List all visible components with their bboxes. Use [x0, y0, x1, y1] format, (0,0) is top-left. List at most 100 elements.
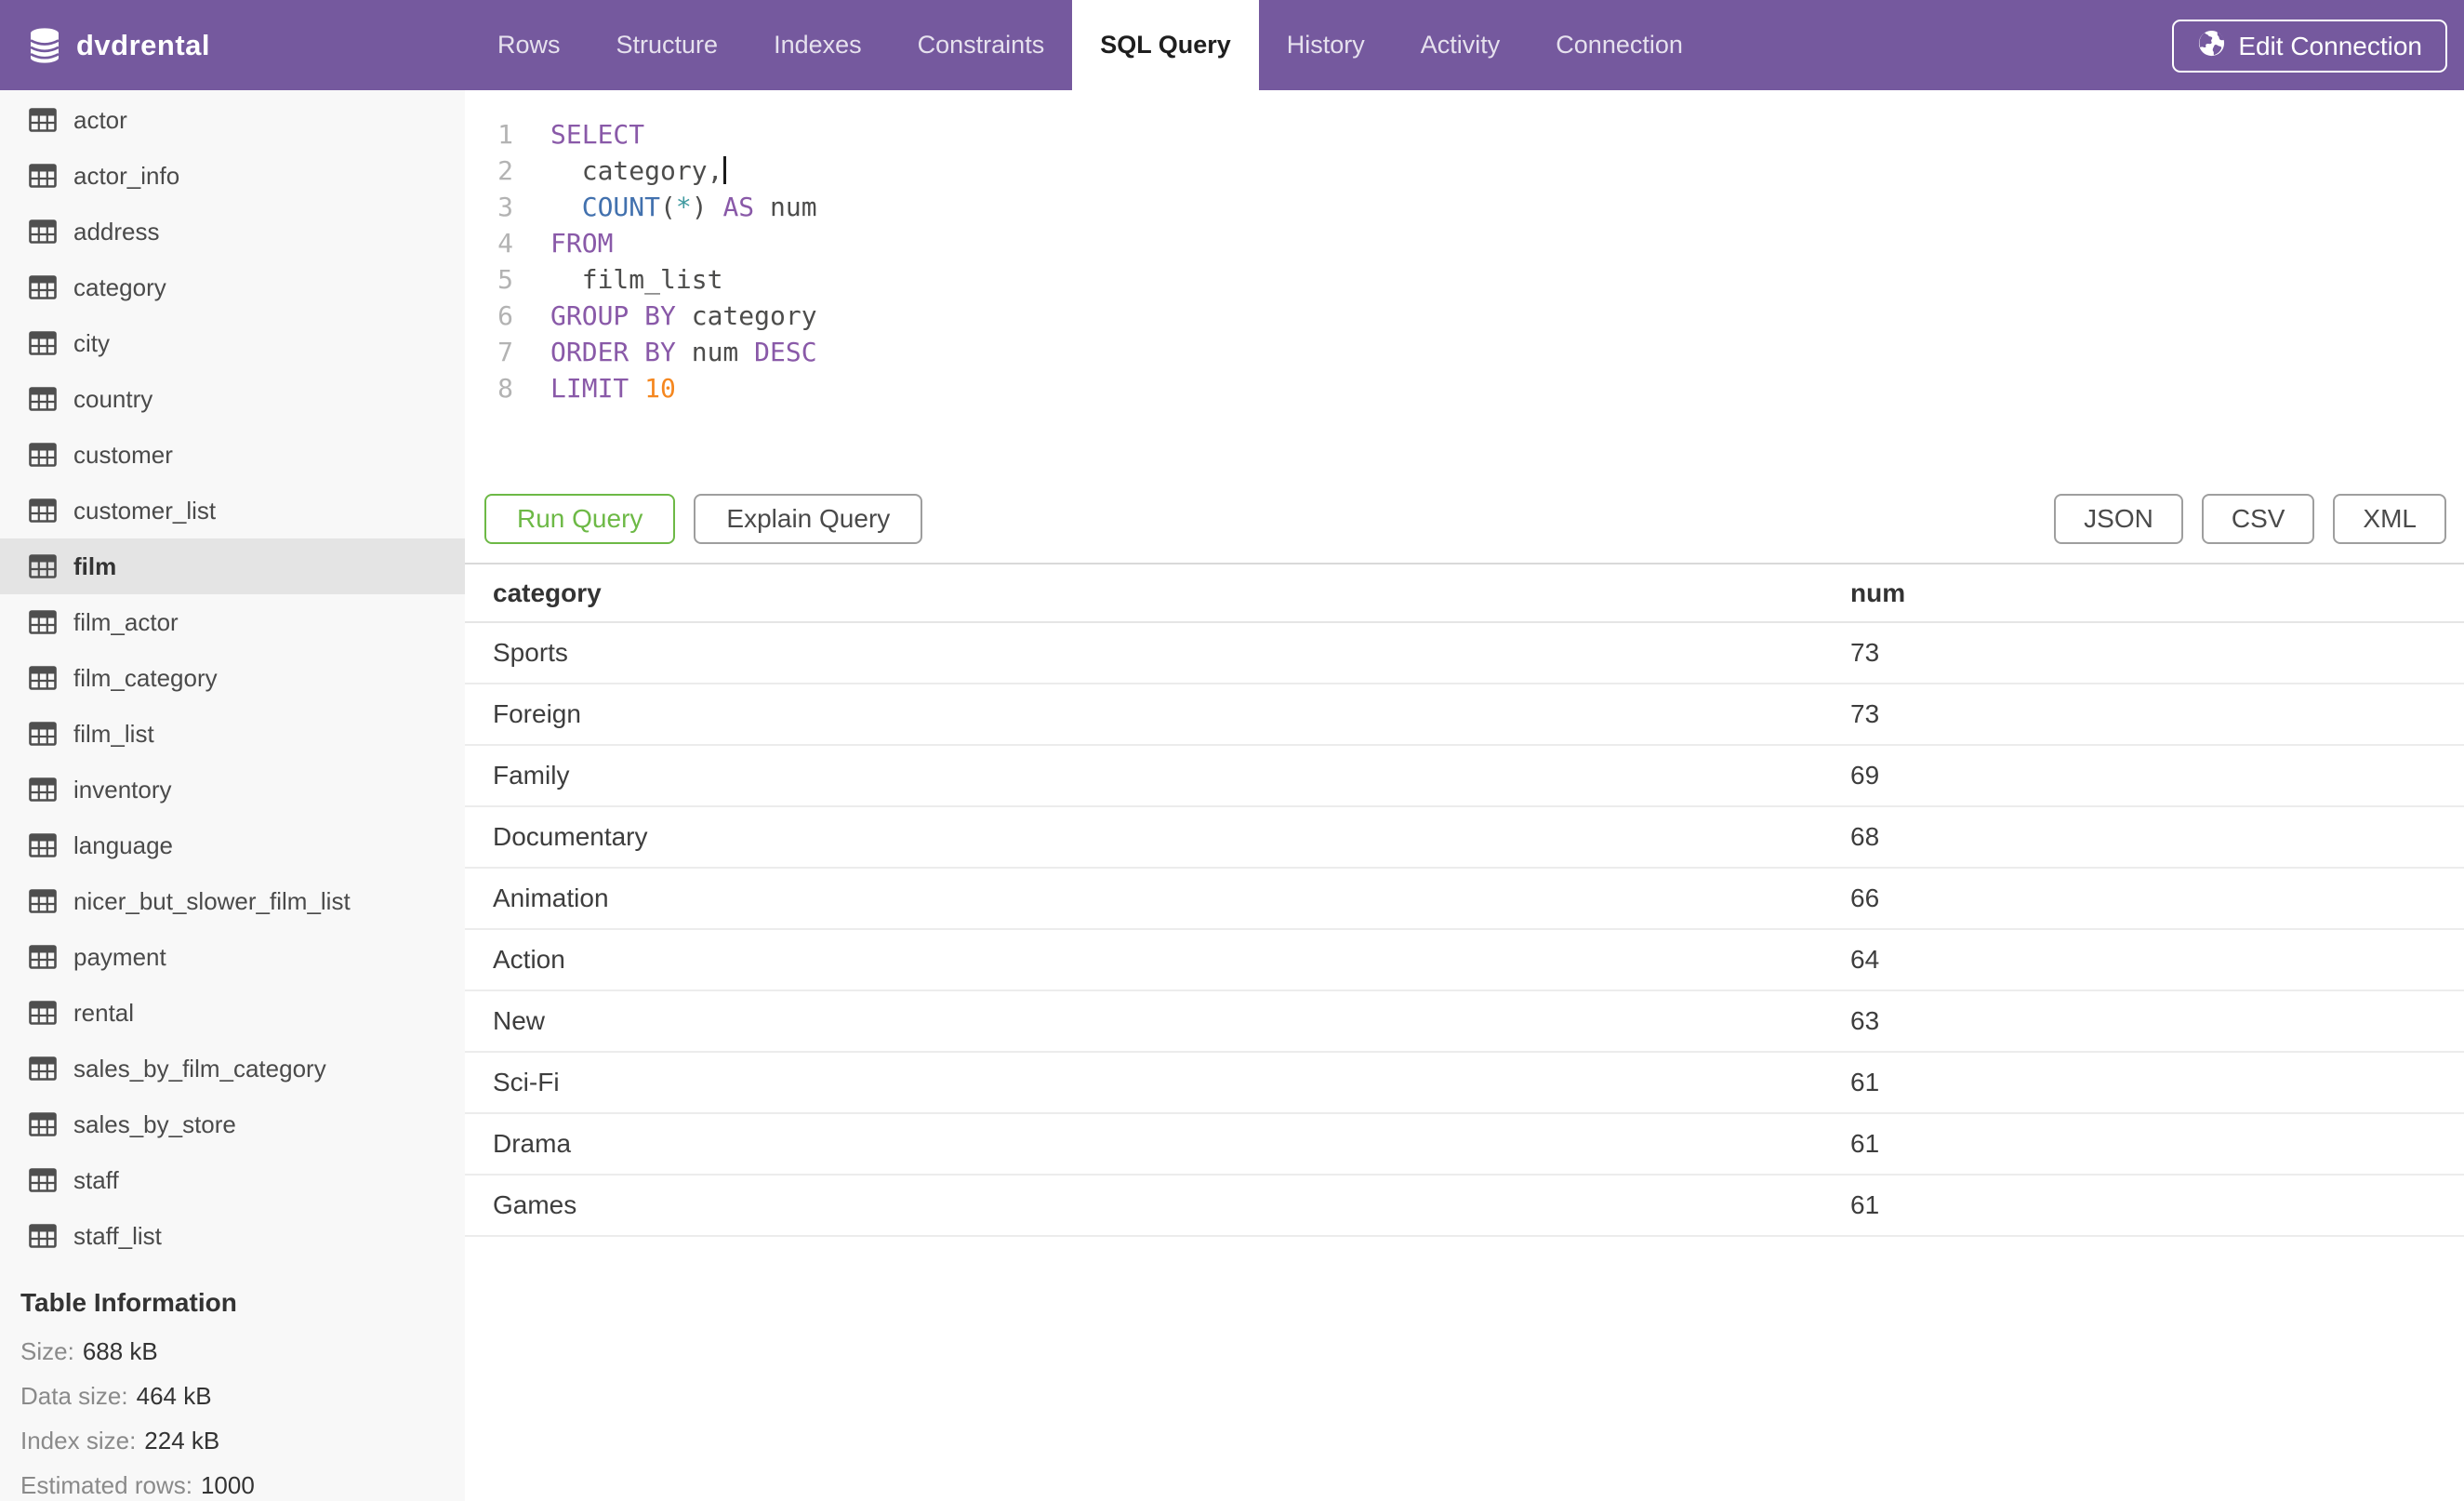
sidebar-item-staff-list[interactable]: staff_list [0, 1208, 465, 1264]
sidebar-item-country[interactable]: country [0, 371, 465, 427]
table-name: inventory [73, 775, 172, 804]
cell-num: 63 [1822, 990, 2464, 1053]
code-line: ORDER BY num DESC [550, 337, 817, 367]
result-row: Drama 61 [465, 1113, 2464, 1176]
table-name: sales_by_film_category [73, 1054, 326, 1083]
export-json-button[interactable]: JSON [2054, 494, 2183, 544]
sidebar-item-address[interactable]: address [0, 204, 465, 259]
query-results: category num Sports 73 Foreign 73 Family… [465, 563, 2464, 1237]
result-row: Documentary 68 [465, 806, 2464, 869]
editor-code: SELECT category, COUNT(*) AS num FROM fil… [513, 116, 817, 406]
sidebar-item-film-category[interactable]: film_category [0, 650, 465, 706]
database-name: dvdrental [76, 28, 211, 61]
result-row: Sci-Fi 61 [465, 1052, 2464, 1114]
cell-num: 68 [1822, 806, 2464, 869]
sidebar-item-sales-by-store[interactable]: sales_by_store [0, 1096, 465, 1152]
sidebar-item-customer-list[interactable]: customer_list [0, 483, 465, 538]
table-name: city [73, 328, 110, 357]
sidebar-item-city[interactable]: city [0, 315, 465, 371]
sidebar-item-sales-by-film-category[interactable]: sales_by_film_category [0, 1041, 465, 1096]
run-query-button[interactable]: Run Query [484, 494, 676, 544]
code-line: SELECT [550, 119, 645, 150]
sidebar-item-actor[interactable]: actor [0, 92, 465, 148]
table-name: payment [73, 942, 166, 971]
table-name: staff_list [73, 1221, 162, 1250]
table-information-title: Table Information [20, 1288, 237, 1317]
results-table: category num Sports 73 Foreign 73 Family… [465, 565, 2464, 1237]
info-label: Index size: [20, 1426, 137, 1455]
table-name: staff [73, 1165, 119, 1194]
result-row: Action 64 [465, 929, 2464, 991]
export-xml-button[interactable]: XML [2333, 494, 2446, 544]
explain-query-button[interactable]: Explain Query [694, 494, 923, 544]
cell-category: Sports [465, 622, 1822, 684]
table-icon [29, 498, 57, 523]
table-icon [29, 1168, 57, 1192]
table-icon [29, 722, 57, 746]
tab-structure[interactable]: Structure [589, 0, 747, 90]
code-line: category, [550, 153, 817, 189]
sidebar-item-payment[interactable]: payment [0, 929, 465, 985]
sidebar-item-film[interactable]: film [0, 538, 465, 594]
table-name: customer [73, 440, 173, 469]
column-header-num: num [1822, 565, 2464, 623]
table-name: country [73, 384, 153, 413]
tab-connection[interactable]: Connection [1528, 0, 1711, 90]
edit-connection-label: Edit Connection [2238, 31, 2422, 60]
table-info-row: Data size: 464 kB [20, 1374, 465, 1418]
sidebar-item-film-list[interactable]: film_list [0, 706, 465, 762]
query-action-bar: Run Query Explain Query JSON CSV XML [484, 494, 2446, 544]
sidebar-item-inventory[interactable]: inventory [0, 762, 465, 817]
main-content: 1 2 3 4 5 6 7 8 SELECT category, COUNT(*) AS nu… [465, 90, 2464, 1501]
sidebar-item-language[interactable]: language [0, 817, 465, 873]
table-icon [29, 219, 57, 244]
info-label: Size: [20, 1336, 74, 1365]
table-icon [29, 1056, 57, 1081]
text-cursor [723, 156, 727, 184]
code-line: film_list [550, 264, 723, 295]
tab-indexes[interactable]: Indexes [746, 0, 890, 90]
tab-sql-query[interactable]: SQL Query [1072, 0, 1259, 90]
cell-category: Sci-Fi [465, 1052, 1822, 1114]
line-number: 3 [497, 192, 513, 222]
editor-line-numbers: 1 2 3 4 5 6 7 8 [465, 116, 513, 406]
tab-constraints[interactable]: Constraints [890, 0, 1073, 90]
tab-rows[interactable]: Rows [470, 0, 589, 90]
cell-num: 73 [1822, 684, 2464, 746]
sidebar-item-staff[interactable]: staff [0, 1152, 465, 1208]
edit-connection-button[interactable]: Edit Connection [2172, 20, 2447, 73]
column-header-category: category [465, 565, 1822, 623]
table-name: rental [73, 998, 135, 1027]
sidebar-item-category[interactable]: category [0, 259, 465, 315]
info-value: 464 kB [136, 1381, 212, 1410]
export-csv-button[interactable]: CSV [2201, 494, 2315, 544]
sidebar-item-nicer-but-slower-film-list[interactable]: nicer_but_slower_film_list [0, 873, 465, 929]
sidebar-item-customer[interactable]: customer [0, 427, 465, 483]
sidebar-item-actor-info[interactable]: actor_info [0, 148, 465, 204]
tab-history[interactable]: History [1259, 0, 1393, 90]
result-row: Family 69 [465, 745, 2464, 807]
cell-num: 61 [1822, 1052, 2464, 1114]
line-number: 8 [497, 373, 513, 404]
cell-num: 61 [1822, 1175, 2464, 1237]
cell-category: Drama [465, 1113, 1822, 1176]
table-name: category [73, 272, 166, 301]
tab-activity[interactable]: Activity [1393, 0, 1529, 90]
result-row: New 63 [465, 990, 2464, 1053]
info-label: Data size: [20, 1381, 128, 1410]
main-nav: Rows Structure Indexes Constraints SQL Query… [470, 0, 1711, 90]
table-icon [29, 610, 57, 634]
table-icon [29, 443, 57, 467]
sql-editor[interactable]: 1 2 3 4 5 6 7 8 SELECT category, COUNT(*) AS nu… [465, 90, 2464, 406]
app-logo: dvdrental [28, 0, 210, 90]
sidebar-item-rental[interactable]: rental [0, 985, 465, 1041]
code-line: COUNT(*) AS num [581, 192, 817, 222]
table-name: nicer_but_slower_film_list [73, 886, 351, 915]
table-icon [29, 1224, 57, 1248]
table-info-row: Index size: 224 kB [20, 1418, 465, 1463]
sidebar-item-film-actor[interactable]: film_actor [0, 594, 465, 650]
cell-category: New [465, 990, 1822, 1053]
cell-category: Games [465, 1175, 1822, 1237]
table-icon [29, 945, 57, 969]
table-list: actor actor_info address category city c… [0, 92, 465, 1264]
